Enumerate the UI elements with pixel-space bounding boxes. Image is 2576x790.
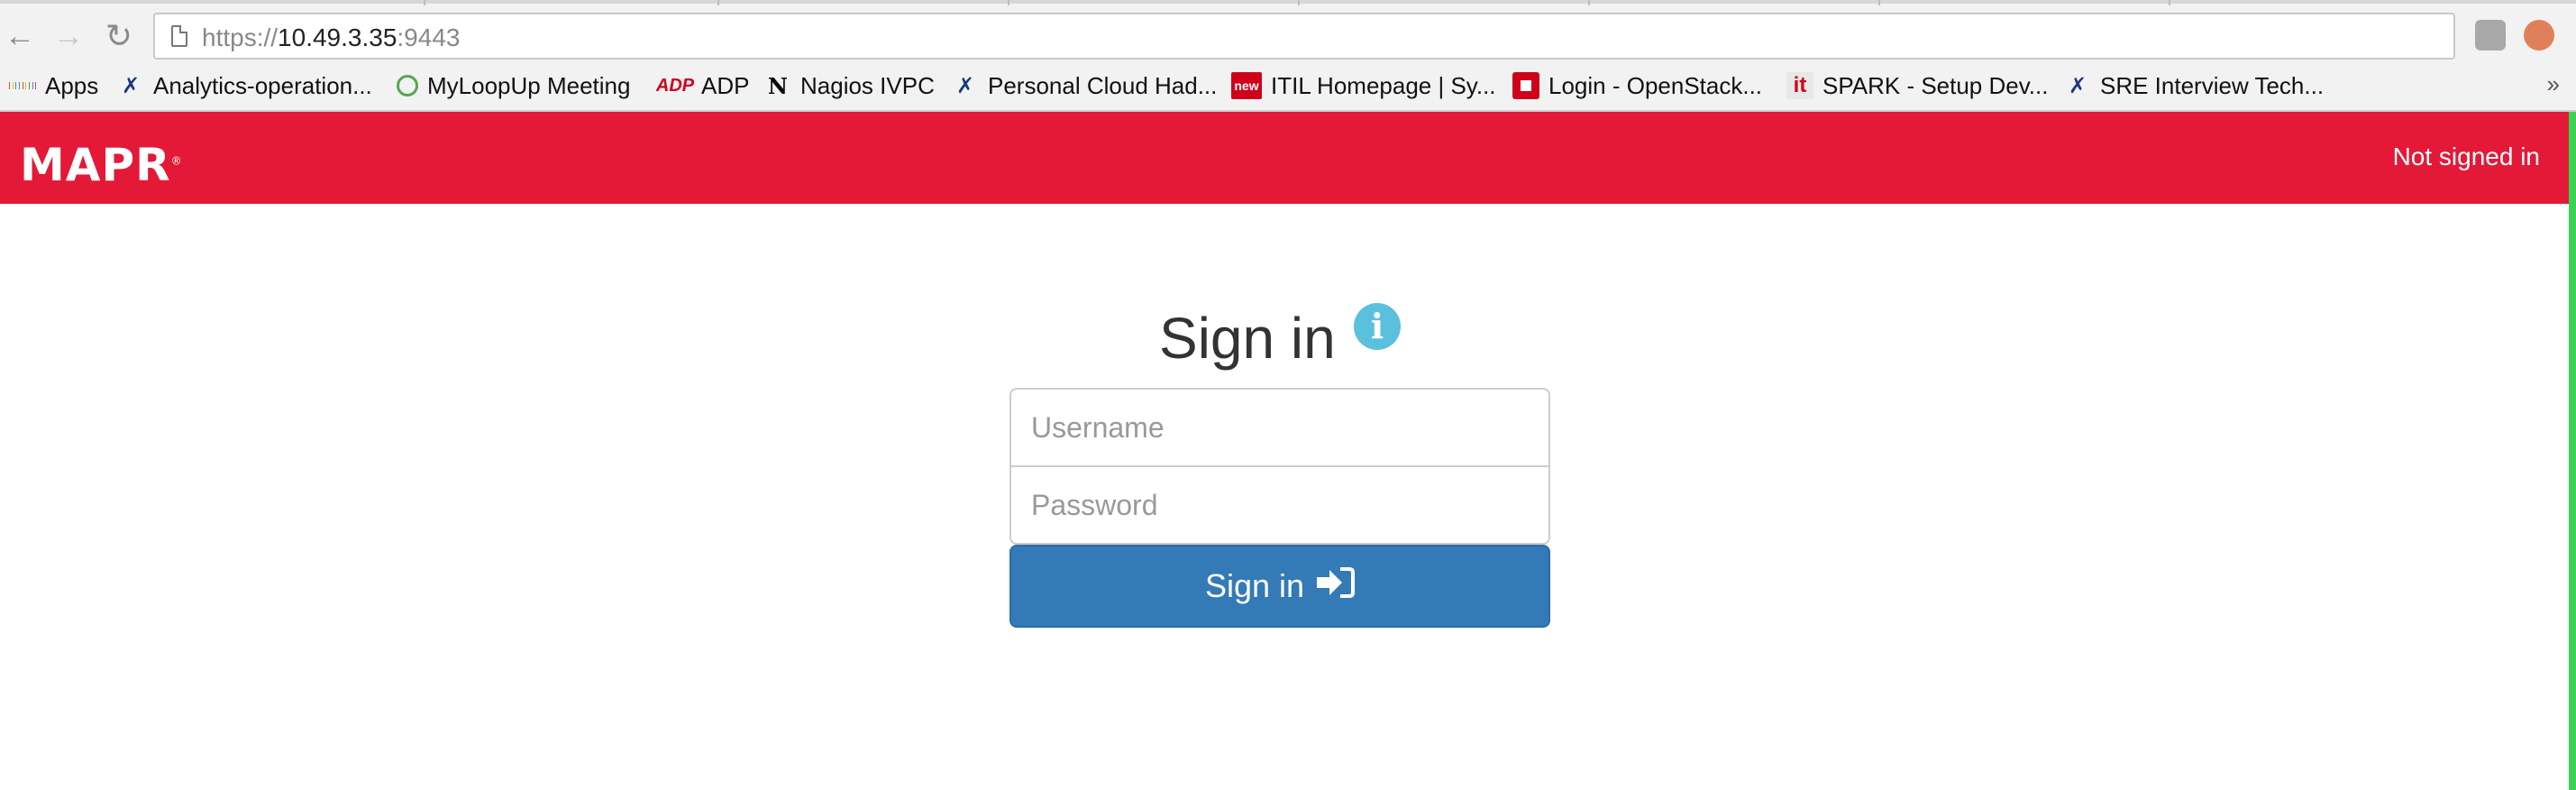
bookmark-label: SRE Interview Tech... xyxy=(2100,71,2325,99)
password-input[interactable] xyxy=(1009,465,1550,545)
signin-status: Not signed in xyxy=(2392,142,2540,170)
page-icon xyxy=(171,25,187,47)
url-scheme: https:// xyxy=(202,23,279,51)
bookmark-openstack[interactable]: Login - OpenStack... xyxy=(1512,70,1762,101)
bookmark-spark[interactable]: it SPARK - Setup Dev... xyxy=(1786,70,2048,101)
registered-mark: ® xyxy=(170,154,183,168)
adp-icon: ADP xyxy=(655,75,695,96)
bookmark-sre[interactable]: ✗ SRE Interview Tech... xyxy=(2064,70,2324,101)
sign-in-arrow-icon xyxy=(1315,566,1356,607)
extension-upload-icon[interactable] xyxy=(2524,20,2554,51)
bookmarks-more-icon[interactable]: » xyxy=(2547,70,2560,98)
openstack-icon xyxy=(1512,72,1539,99)
new-badge-icon: new xyxy=(1231,72,1262,99)
bookmark-label: Login - OpenStack... xyxy=(1548,71,1763,99)
bookmark-label: MyLoopUp Meeting xyxy=(427,71,631,99)
tab-separator xyxy=(1298,0,1300,5)
tab-strip xyxy=(0,0,2576,4)
x-logo-icon: ✗ xyxy=(2068,73,2087,98)
sign-in-button[interactable]: Sign in xyxy=(1009,545,1550,628)
mapr-logo[interactable]: MAPR® xyxy=(20,139,183,191)
bookmark-analytics[interactable]: ✗ Analytics-operation... xyxy=(117,70,372,101)
extension-icon[interactable] xyxy=(2475,20,2506,51)
bookmark-adp[interactable]: ADP ADP xyxy=(655,70,750,101)
address-bar[interactable]: https://10.49.3.35:9443 xyxy=(153,13,2455,60)
tab-separator xyxy=(424,0,425,5)
bookmark-label: Nagios IVPC xyxy=(800,71,935,99)
page-title: Sign in xyxy=(1159,306,1336,371)
tab-separator xyxy=(1588,0,1590,5)
bookmark-label: Personal Cloud Had... xyxy=(988,71,1218,99)
bookmarks-bar: Apps ✗ Analytics-operation... MyLoopUp M… xyxy=(0,65,2576,106)
browser-chrome: ← → ↻ https://10.49.3.35:9443 Apps ✗ Ana… xyxy=(0,0,2576,112)
bookmark-label: ITIL Homepage | Sy... xyxy=(1271,71,1496,99)
bookmark-myloopup[interactable]: MyLoopUp Meeting xyxy=(397,70,630,101)
nagios-icon: N xyxy=(768,72,788,99)
url-host: 10.49.3.35 xyxy=(278,23,397,51)
bookmark-label: Analytics-operation... xyxy=(153,71,372,99)
reload-icon[interactable]: ↻ xyxy=(101,18,137,54)
bookmark-label: ADP xyxy=(701,71,750,99)
tab-separator xyxy=(1008,0,1009,5)
info-icon[interactable]: i xyxy=(1354,303,1401,350)
apps-grid-icon xyxy=(8,72,37,99)
it-icon: it xyxy=(1786,72,1813,99)
bookmark-personal-cloud[interactable]: ✗ Personal Cloud Had... xyxy=(952,70,1217,101)
tab-separator xyxy=(2169,0,2170,5)
x-logo-icon: ✗ xyxy=(955,73,975,98)
bookmark-nagios[interactable]: N Nagios IVPC xyxy=(764,70,935,101)
logo-text: MAPR xyxy=(20,139,171,191)
url-port: :9443 xyxy=(397,23,461,51)
forward-arrow-icon[interactable]: → xyxy=(50,18,87,54)
bookmark-label: SPARK - Setup Dev... xyxy=(1822,71,2049,99)
back-arrow-icon[interactable]: ← xyxy=(2,18,38,54)
loopup-icon xyxy=(397,75,418,96)
tab-separator xyxy=(1878,0,1880,5)
bookmark-apps[interactable]: Apps xyxy=(8,70,99,101)
address-url: https://10.49.3.35:9443 xyxy=(202,23,460,52)
x-logo-icon: ✗ xyxy=(121,73,141,98)
tab-separator xyxy=(717,0,719,5)
bookmark-label: Apps xyxy=(45,71,99,99)
username-input[interactable] xyxy=(1009,388,1550,467)
bookmark-itil[interactable]: new ITIL Homepage | Sy... xyxy=(1231,70,1496,101)
window-edge xyxy=(2569,112,2576,790)
sign-in-button-label: Sign in xyxy=(1204,567,1305,604)
app-header: MAPR® Not signed in xyxy=(0,112,2569,204)
